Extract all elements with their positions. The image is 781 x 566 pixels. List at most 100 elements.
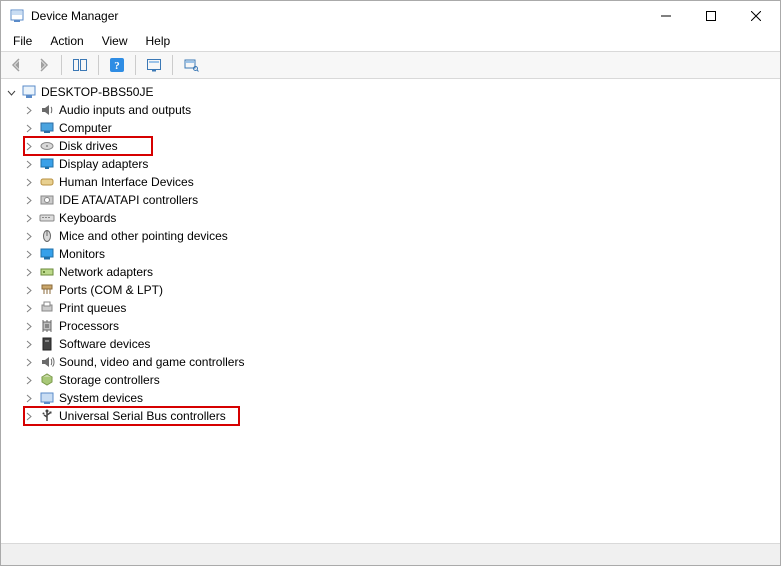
expander-closed-icon[interactable] [23, 122, 35, 134]
menu-action[interactable]: Action [42, 33, 91, 49]
keyboards-icon [39, 210, 55, 226]
expander-closed-icon[interactable] [23, 284, 35, 296]
tree-item-processors[interactable]: Processors [21, 317, 778, 335]
expander-closed-icon[interactable] [23, 230, 35, 242]
show-hide-console-tree-button[interactable] [68, 54, 92, 76]
expander-open-icon[interactable] [5, 86, 17, 98]
tree-item-label: Audio inputs and outputs [59, 103, 191, 117]
toolbar: ? [1, 51, 780, 79]
tree-item-monitors[interactable]: Monitors [21, 245, 778, 263]
monitors-icon [39, 246, 55, 262]
maximize-button[interactable] [688, 1, 733, 31]
tree-item-label: Disk drives [59, 139, 118, 153]
ide-atapi-controllers-icon [39, 192, 55, 208]
software-devices-icon [39, 336, 55, 352]
tree-item-usb-controllers[interactable]: Universal Serial Bus controllers [21, 407, 778, 425]
scan-hardware-button[interactable] [142, 54, 166, 76]
help-button[interactable]: ? [105, 54, 129, 76]
svg-text:?: ? [114, 60, 120, 72]
expander-closed-icon[interactable] [23, 194, 35, 206]
expander-closed-icon[interactable] [23, 356, 35, 368]
tree-item-label: Universal Serial Bus controllers [59, 409, 226, 423]
computer-icon [39, 120, 55, 136]
network-adapters-icon [39, 264, 55, 280]
toolbar-separator [172, 55, 173, 75]
tree-item-sound-video-game-controllers[interactable]: Sound, video and game controllers [21, 353, 778, 371]
tree-item-label: Monitors [59, 247, 105, 261]
menu-file[interactable]: File [5, 33, 40, 49]
expander-closed-icon[interactable] [23, 392, 35, 404]
tree-item-label: System devices [59, 391, 143, 405]
system-devices-icon [39, 390, 55, 406]
forward-button [31, 54, 55, 76]
sound-video-game-controllers-icon [39, 354, 55, 370]
tree-item-label: Software devices [59, 337, 150, 351]
title-bar: Device Manager [1, 1, 780, 31]
tree-item-software-devices[interactable]: Software devices [21, 335, 778, 353]
menu-bar: File Action View Help [1, 31, 780, 51]
tree-item-storage-controllers[interactable]: Storage controllers [21, 371, 778, 389]
print-queues-icon [39, 300, 55, 316]
toolbar-separator [98, 55, 99, 75]
tree-item-network-adapters[interactable]: Network adapters [21, 263, 778, 281]
expander-closed-icon[interactable] [23, 248, 35, 260]
tree-item-ide-atapi-controllers[interactable]: IDE ATA/ATAPI controllers [21, 191, 778, 209]
expander-closed-icon[interactable] [23, 158, 35, 170]
expander-closed-icon[interactable] [23, 302, 35, 314]
expander-closed-icon[interactable] [23, 320, 35, 332]
toolbar-separator [135, 55, 136, 75]
tree-item-computer[interactable]: Computer [21, 119, 778, 137]
audio-inputs-outputs-icon [39, 102, 55, 118]
expander-closed-icon[interactable] [23, 410, 35, 422]
tree-item-ports-com-lpt[interactable]: Ports (COM & LPT) [21, 281, 778, 299]
ports-com-lpt-icon [39, 282, 55, 298]
tree-item-label: IDE ATA/ATAPI controllers [59, 193, 198, 207]
disk-drives-icon [39, 138, 55, 154]
tree-item-audio-inputs-outputs[interactable]: Audio inputs and outputs [21, 101, 778, 119]
display-adapters-icon [39, 156, 55, 172]
tree-item-keyboards[interactable]: Keyboards [21, 209, 778, 227]
back-button [5, 54, 29, 76]
expander-closed-icon[interactable] [23, 104, 35, 116]
close-button[interactable] [733, 1, 778, 31]
tree-item-mice-pointing-devices[interactable]: Mice and other pointing devices [21, 227, 778, 245]
expander-closed-icon[interactable] [23, 338, 35, 350]
menu-view[interactable]: View [94, 33, 136, 49]
tree-item-label: Storage controllers [59, 373, 160, 387]
tree-item-disk-drives[interactable]: Disk drives [21, 137, 778, 155]
storage-controllers-icon [39, 372, 55, 388]
minimize-button[interactable] [643, 1, 688, 31]
tree-item-human-interface-devices[interactable]: Human Interface Devices [21, 173, 778, 191]
tree-item-label: Computer [59, 121, 112, 135]
window-title: Device Manager [31, 9, 118, 23]
tree-item-label: Keyboards [59, 211, 116, 225]
human-interface-devices-icon [39, 174, 55, 190]
tree-item-label: Sound, video and game controllers [59, 355, 244, 369]
tree-item-print-queues[interactable]: Print queues [21, 299, 778, 317]
tree-item-label: Display adapters [59, 157, 148, 171]
tree-root[interactable]: DESKTOP-BBS50JE [3, 83, 778, 101]
toolbar-separator [61, 55, 62, 75]
mice-pointing-devices-icon [39, 228, 55, 244]
computer-icon [21, 84, 37, 100]
processors-icon [39, 318, 55, 334]
tree-item-label: Human Interface Devices [59, 175, 194, 189]
app-icon [9, 8, 25, 24]
tree-item-label: Ports (COM & LPT) [59, 283, 163, 297]
expander-closed-icon[interactable] [23, 212, 35, 224]
menu-help[interactable]: Help [138, 33, 179, 49]
device-tree[interactable]: DESKTOP-BBS50JE Audio inputs and outputs… [1, 79, 780, 543]
tree-item-display-adapters[interactable]: Display adapters [21, 155, 778, 173]
expander-closed-icon[interactable] [23, 140, 35, 152]
expander-closed-icon[interactable] [23, 374, 35, 386]
status-bar [1, 543, 780, 565]
root-label: DESKTOP-BBS50JE [41, 85, 154, 99]
tree-item-label: Print queues [59, 301, 126, 315]
usb-controllers-icon [39, 408, 55, 424]
add-legacy-hardware-button[interactable] [179, 54, 203, 76]
tree-item-label: Network adapters [59, 265, 153, 279]
expander-closed-icon[interactable] [23, 266, 35, 278]
expander-closed-icon[interactable] [23, 176, 35, 188]
tree-item-label: Mice and other pointing devices [59, 229, 228, 243]
tree-item-system-devices[interactable]: System devices [21, 389, 778, 407]
